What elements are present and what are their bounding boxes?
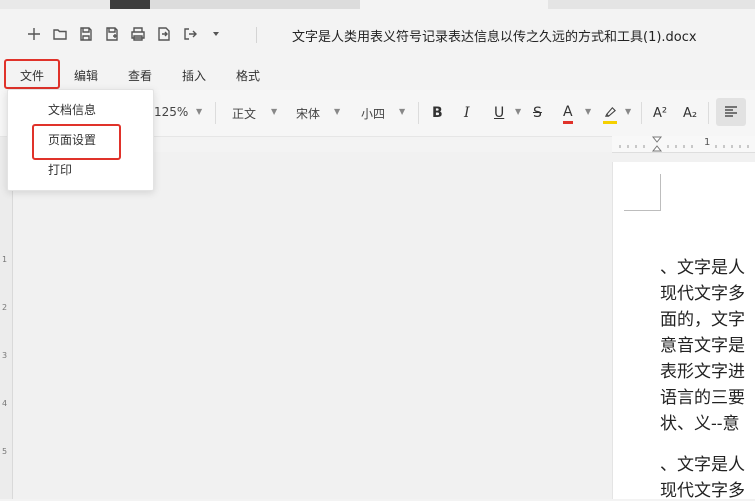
divider bbox=[256, 27, 257, 43]
document-text-line[interactable]: 现代文字多 bbox=[660, 279, 745, 304]
print-icon[interactable] bbox=[128, 24, 148, 44]
plus-icon[interactable] bbox=[24, 24, 44, 44]
highlighter-icon bbox=[604, 106, 616, 117]
ruler-number: 3 bbox=[2, 351, 8, 360]
size-caret-icon[interactable]: ▼ bbox=[399, 107, 405, 116]
ruler-number: 2 bbox=[2, 303, 8, 312]
folder-icon[interactable] bbox=[50, 24, 70, 44]
ruler-number: 5 bbox=[2, 447, 8, 456]
font-size-select[interactable]: 小四 bbox=[361, 105, 385, 122]
horizontal-ruler[interactable]: 1 bbox=[612, 136, 755, 153]
title-bar: 文字是人类用表义符号记录表达信息以传之久远的方式和工具(1).docx bbox=[0, 9, 755, 60]
document-text-line[interactable]: 语言的三要 bbox=[660, 383, 745, 408]
menu-insert[interactable]: 插入 bbox=[182, 67, 206, 84]
strikethrough-button[interactable]: S bbox=[533, 102, 542, 124]
browser-tab-active[interactable] bbox=[110, 0, 150, 9]
browser-tab-strip bbox=[0, 0, 755, 9]
paragraph-style-select[interactable]: 正文 bbox=[232, 105, 256, 122]
save-icon[interactable] bbox=[76, 24, 96, 44]
font-family-select[interactable]: 宋体 bbox=[296, 105, 320, 122]
toolbar-separator bbox=[215, 102, 216, 124]
align-left-icon bbox=[725, 106, 737, 117]
menu-item-document-info[interactable]: 文档信息 bbox=[48, 101, 96, 118]
browser-tab[interactable] bbox=[150, 0, 360, 9]
ruler-number: 1 bbox=[2, 255, 8, 264]
more-dropdown-icon[interactable] bbox=[206, 24, 226, 44]
page-setup-highlight bbox=[32, 124, 121, 160]
subscript-button[interactable]: A₂ bbox=[683, 102, 697, 124]
save-as-icon[interactable] bbox=[102, 24, 122, 44]
align-left-button[interactable] bbox=[716, 98, 746, 126]
ruler-number: 1 bbox=[704, 137, 711, 148]
highlight-caret-icon[interactable]: ▼ bbox=[625, 107, 631, 116]
font-color-button[interactable]: A bbox=[563, 102, 573, 124]
zoom-select[interactable]: 125% bbox=[154, 105, 188, 119]
browser-tab[interactable] bbox=[548, 0, 755, 9]
ruler-number: 4 bbox=[2, 399, 8, 408]
browser-tab[interactable] bbox=[0, 0, 110, 9]
underline-button[interactable]: U bbox=[494, 102, 504, 124]
toolbar-separator bbox=[641, 102, 642, 124]
file-menu-highlight bbox=[4, 59, 60, 89]
document-title: 文字是人类用表义符号记录表达信息以传之久远的方式和工具(1).docx bbox=[292, 30, 697, 45]
underline-caret-icon[interactable]: ▼ bbox=[515, 107, 521, 116]
font-color-caret-icon[interactable]: ▼ bbox=[585, 107, 591, 116]
menu-view[interactable]: 查看 bbox=[128, 67, 152, 84]
toolbar-separator bbox=[708, 102, 709, 124]
share-icon[interactable] bbox=[180, 24, 200, 44]
style-caret-icon[interactable]: ▼ bbox=[271, 107, 277, 116]
margin-corner-mark bbox=[624, 174, 661, 211]
menu-edit[interactable]: 编辑 bbox=[74, 67, 98, 84]
document-text-line[interactable]: 面的，文字 bbox=[660, 305, 745, 330]
menu-bar: 文件 编辑 查看 插入 格式 bbox=[0, 60, 755, 90]
vertical-ruler[interactable]: 1 2 3 4 5 bbox=[0, 137, 13, 499]
highlight-button[interactable] bbox=[603, 102, 617, 124]
ruler-ticks bbox=[619, 136, 749, 152]
document-text-line[interactable]: 、文字是人 bbox=[660, 450, 745, 475]
font-caret-icon[interactable]: ▼ bbox=[334, 107, 340, 116]
menu-format[interactable]: 格式 bbox=[236, 67, 260, 84]
menu-item-print[interactable]: 打印 bbox=[48, 161, 72, 178]
export-icon[interactable] bbox=[154, 24, 174, 44]
document-text-line[interactable]: 、文字是人 bbox=[660, 253, 745, 278]
bold-button[interactable]: B bbox=[432, 102, 443, 124]
zoom-caret-icon[interactable]: ▼ bbox=[196, 107, 202, 116]
document-text-line[interactable]: 状、义--意 bbox=[660, 409, 740, 434]
italic-button[interactable]: I bbox=[464, 102, 470, 124]
toolbar-separator bbox=[418, 102, 419, 124]
superscript-button[interactable]: A² bbox=[653, 102, 667, 124]
document-text-line[interactable]: 现代文字多 bbox=[660, 476, 745, 501]
document-text-line[interactable]: 表形文字进 bbox=[660, 357, 745, 382]
document-text-line[interactable]: 意音文字是 bbox=[660, 331, 745, 356]
